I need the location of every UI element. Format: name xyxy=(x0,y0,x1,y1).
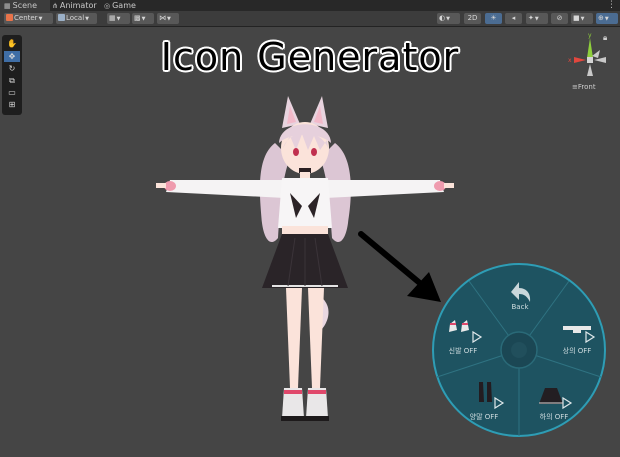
grid-snap-dropdown[interactable]: ▦▼ xyxy=(107,13,130,24)
tab-game-label: Game xyxy=(112,1,136,10)
top-off-label[interactable]: 상의 OFF xyxy=(555,346,599,356)
gizmo-z-cone[interactable] xyxy=(592,50,600,58)
chevron-down-icon: ▼ xyxy=(534,16,539,22)
space-dropdown[interactable]: Local▼ xyxy=(56,13,97,24)
local-space-icon xyxy=(58,14,65,21)
eye-slash-icon: ⊘ xyxy=(556,14,563,22)
snap-settings-icon: ⋈ xyxy=(159,14,166,22)
grid-snap-icon: ▦ xyxy=(109,14,116,22)
socks-off-label[interactable]: 양말 OFF xyxy=(462,412,506,422)
space-label: Local xyxy=(66,14,85,22)
gizmo-y-label: y xyxy=(588,32,592,39)
gizmos-icon: ⊕ xyxy=(598,14,604,22)
grid-icon: ▦ xyxy=(4,2,11,10)
camera-icon: ■ xyxy=(573,14,580,22)
increment-snap-dropdown[interactable]: ▩▼ xyxy=(132,13,154,24)
gizmo-neg-y-cone[interactable] xyxy=(587,64,593,76)
chevron-down-icon: ▼ xyxy=(38,16,43,22)
pivot-label: Center xyxy=(14,14,38,22)
gamepad-icon: ◎ xyxy=(104,2,111,10)
rect-tool-icon[interactable]: ▭ xyxy=(4,87,20,98)
audio-icon: ◂ xyxy=(511,14,516,22)
radial-menu-center-dot xyxy=(511,342,527,358)
snap-settings-dropdown[interactable]: ⋈▼ xyxy=(157,13,179,24)
page-title: Icon Generator xyxy=(160,35,460,79)
front-view-label: Front xyxy=(577,83,596,91)
tab-animator-label: Animator xyxy=(59,1,97,10)
view-projection-label[interactable]: ≡Front xyxy=(572,83,596,91)
gizmos-dropdown[interactable]: ⊕▼ xyxy=(596,13,618,24)
lock-icon[interactable]: 🔒︎ xyxy=(603,33,607,43)
editor-tab-bar: ▦ Scene ⋔ Animator ◎ Game ⋮ xyxy=(0,0,620,11)
transform-tool-icon[interactable]: ⊞ xyxy=(4,99,20,110)
scene-toolbar: Center▼ Local▼ ▦▼ ▩▼ ⋈▼ ◐▼ 2D ☀ ◂ ✦▼ ⊘ ■… xyxy=(0,11,620,27)
more-options-icon[interactable]: ⋮ xyxy=(607,0,616,11)
2d-mode-toggle[interactable]: 2D xyxy=(464,13,481,24)
chevron-down-icon: ▼ xyxy=(580,16,585,22)
gizmo-center-cube[interactable] xyxy=(587,57,593,63)
increment-snap-icon: ▩ xyxy=(134,14,141,22)
gizmo-x-cone[interactable] xyxy=(574,57,586,63)
chevron-down-icon: ▼ xyxy=(141,16,146,22)
chevron-down-icon: ▼ xyxy=(604,16,609,22)
effects-icon: ✦ xyxy=(528,14,534,22)
chevron-down-icon: ▼ xyxy=(116,16,121,22)
tab-animator[interactable]: ⋔ Animator xyxy=(52,0,100,11)
pivot-dropdown[interactable]: Center▼ xyxy=(4,13,53,24)
camera-dropdown[interactable]: ■▼ xyxy=(571,13,593,24)
back-label[interactable]: Back xyxy=(506,303,534,311)
effects-dropdown[interactable]: ✦▼ xyxy=(526,13,548,24)
chevron-down-icon: ▼ xyxy=(446,16,450,22)
chevron-down-icon: ▼ xyxy=(85,16,90,22)
shading-sphere-icon: ◐ xyxy=(439,14,446,22)
shoes-off-label[interactable]: 신발 OFF xyxy=(441,346,485,356)
tab-scene[interactable]: ▦ Scene xyxy=(0,0,50,11)
animator-icon: ⋔ xyxy=(52,2,58,10)
shading-mode-dropdown[interactable]: ◐▼ xyxy=(437,13,460,24)
tab-scene-label: Scene xyxy=(12,1,38,10)
hidden-objects-toggle[interactable]: ⊘ xyxy=(551,13,568,24)
audio-toggle[interactable]: ◂ xyxy=(505,13,522,24)
gizmo-y-cone[interactable] xyxy=(587,38,593,58)
2d-mode-label: 2D xyxy=(467,14,478,22)
bottom-off-label[interactable]: 하의 OFF xyxy=(532,412,576,422)
gizmo-neg-x-cone[interactable] xyxy=(594,57,606,63)
chevron-down-icon: ▼ xyxy=(167,16,171,22)
lighting-toggle[interactable]: ☀ xyxy=(485,13,502,24)
lightbulb-icon: ☀ xyxy=(490,14,497,22)
pivot-icon xyxy=(6,14,13,21)
tab-game[interactable]: ◎ Game xyxy=(104,0,144,11)
gizmo-x-label: x xyxy=(568,57,572,64)
radial-menu: Back 신발 OFF 상의 OFF 양말 OFF 하의 OFF xyxy=(431,262,607,438)
